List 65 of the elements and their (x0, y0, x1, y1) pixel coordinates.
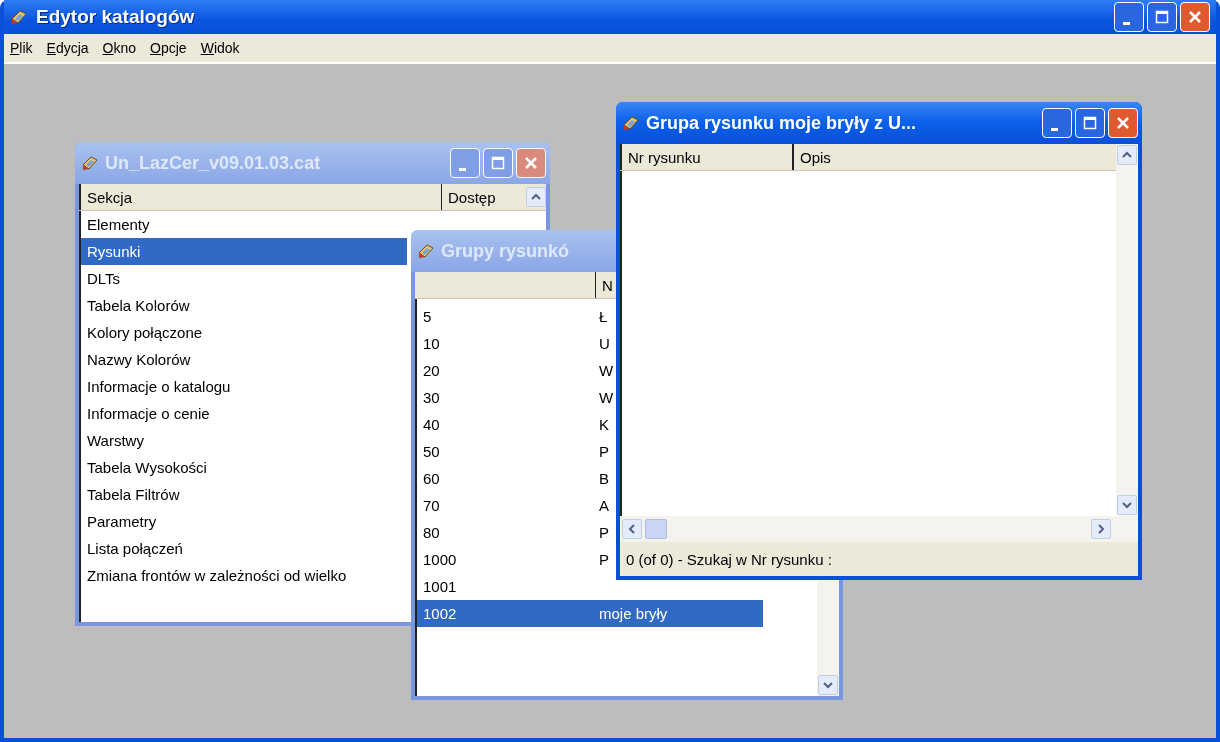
minimize-icon (1051, 127, 1058, 131)
list-row[interactable]: 1002 moje bryły (417, 600, 763, 627)
menu-item[interactable]: Okno (102, 40, 137, 56)
maximize-button[interactable] (1075, 108, 1105, 138)
maximize-icon (491, 156, 505, 170)
list-row[interactable]: 80 P (417, 519, 609, 546)
close-button[interactable] (1108, 108, 1138, 138)
list-row[interactable]: 30 W (417, 384, 614, 411)
scroll-up-icon[interactable] (526, 187, 546, 207)
close-icon (1116, 116, 1130, 130)
close-icon (1188, 10, 1202, 24)
list-row[interactable]: Informacje o katalogu (81, 373, 407, 400)
window-title: Grupy rysunkó (441, 240, 571, 262)
list-row[interactable]: 1000 P (417, 546, 609, 573)
list-row[interactable]: 1001 (417, 573, 599, 600)
close-icon (524, 156, 538, 170)
close-button[interactable] (1180, 2, 1210, 32)
list-row[interactable]: Zmiana frontów w zależności od wielko (81, 562, 407, 589)
menu-item[interactable]: Edycja (46, 40, 89, 56)
list-row[interactable]: 20 W (417, 357, 614, 384)
maximize-button[interactable] (483, 148, 513, 178)
app-icon (81, 154, 99, 172)
list-row[interactable]: Nazwy Kolorów (81, 346, 407, 373)
minimize-icon (1123, 21, 1130, 25)
list-row[interactable]: Tabela Filtrów (81, 481, 407, 508)
list-row[interactable]: Rysunki (81, 238, 407, 265)
list-row[interactable]: 40 K (417, 411, 609, 438)
list-row[interactable]: Warstwy (81, 427, 407, 454)
scroll-down-icon[interactable] (818, 675, 838, 695)
minimize-button[interactable] (450, 148, 480, 178)
list-row[interactable]: 5 Ł (417, 303, 608, 330)
list-row[interactable]: Tabela Kolorów (81, 292, 407, 319)
status-text: 0 (of 0) - Szukaj w Nr rysunku : (625, 549, 833, 570)
maximize-icon (1083, 116, 1097, 130)
list-row[interactable]: Elementy (81, 211, 407, 238)
scroll-down-icon[interactable] (1117, 495, 1137, 515)
scroll-thumb[interactable] (645, 519, 667, 539)
menu-item[interactable]: Widok (200, 40, 240, 56)
list-row[interactable]: 70 A (417, 492, 609, 519)
scroll-up-icon[interactable] (1117, 145, 1137, 165)
list-row[interactable]: Tabela Wysokości (81, 454, 407, 481)
maximize-icon (1155, 10, 1169, 24)
list-row[interactable]: Parametry (81, 508, 407, 535)
minimize-button[interactable] (1042, 108, 1072, 138)
minimize-button[interactable] (1114, 2, 1144, 32)
maximize-button[interactable] (1147, 2, 1177, 32)
list-row[interactable]: Lista połączeń (81, 535, 407, 562)
window-title: Un_LazCer_v09.01.03.cat (105, 152, 322, 174)
scroll-left-icon[interactable] (622, 519, 642, 539)
list-row[interactable]: Kolory połączone (81, 319, 407, 346)
list-row[interactable]: 10 U (417, 330, 610, 357)
app-title: Edytor katalogów (36, 6, 196, 28)
app-icon (10, 8, 28, 26)
close-button[interactable] (516, 148, 546, 178)
list-row[interactable]: Informacje o cenie (81, 400, 407, 427)
list-row[interactable]: 60 B (417, 465, 609, 492)
list-row[interactable]: DLTs (81, 265, 407, 292)
scroll-right-icon[interactable] (1091, 519, 1111, 539)
menu-item[interactable]: Plik (10, 40, 33, 56)
app-icon (417, 242, 435, 260)
minimize-icon (459, 167, 466, 171)
menu-item[interactable]: Opcje (150, 40, 187, 56)
list-row[interactable]: 50 P (417, 438, 609, 465)
app-icon (622, 114, 640, 132)
window-title: Grupa rysunku moje bryły z U... (646, 112, 918, 134)
